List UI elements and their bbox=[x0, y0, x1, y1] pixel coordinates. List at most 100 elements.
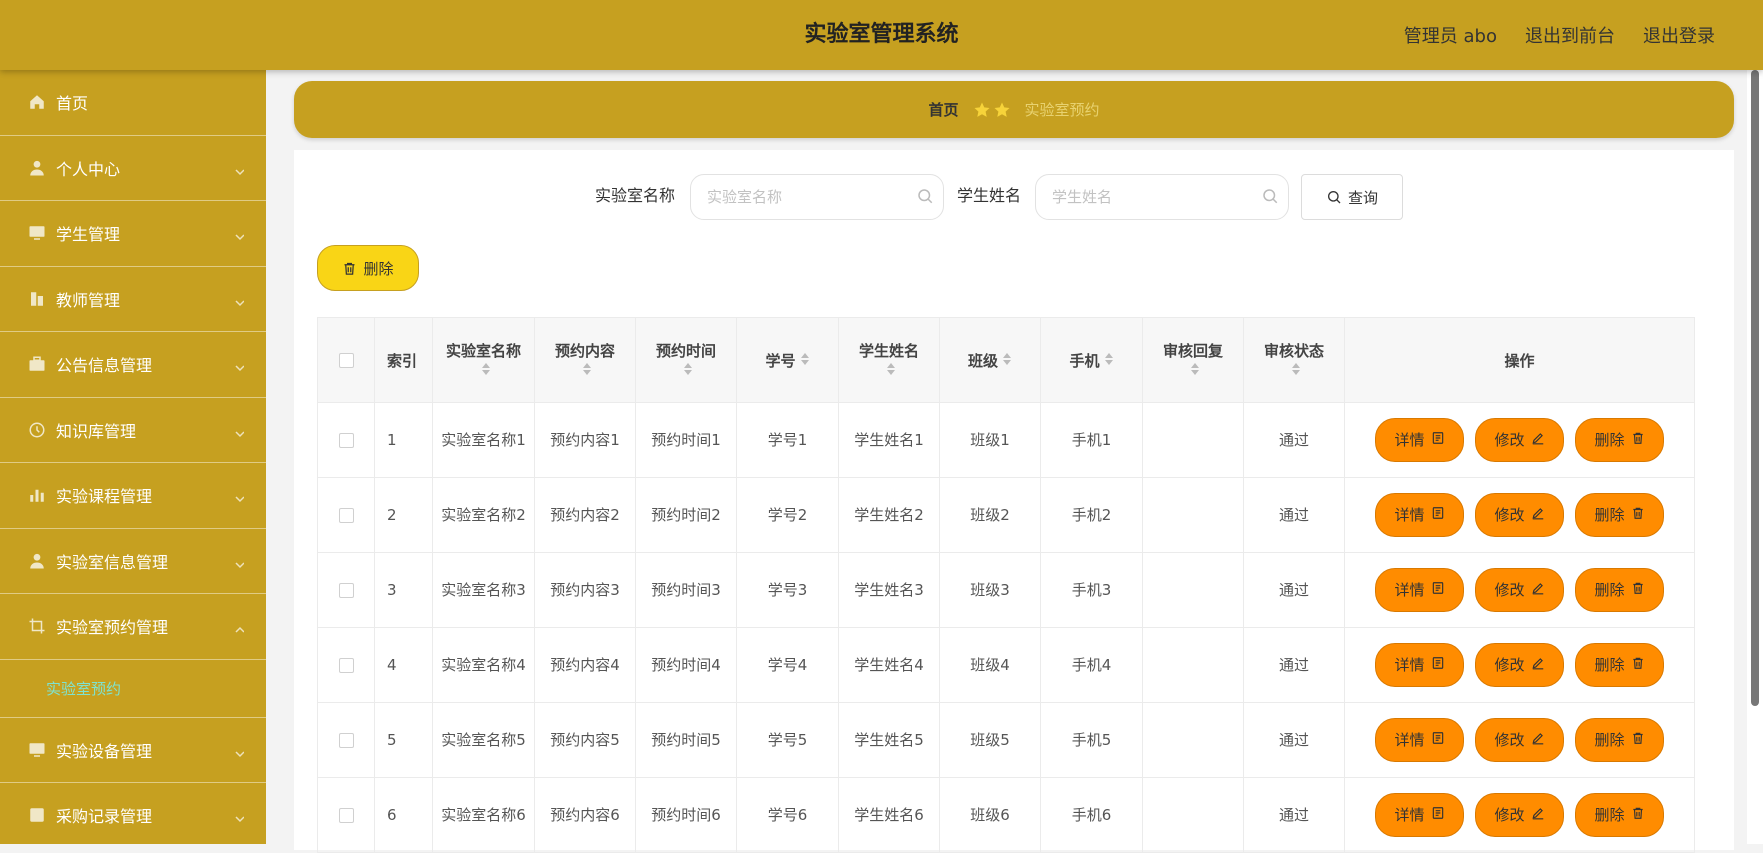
table-row: 1 实验室名称1 预约内容1 预约时间1 学号1 学生姓名1 班级1 手机1 通过 详情 修改 删除 bbox=[317, 402, 1695, 478]
sidebar-item-items_after-0[interactable]: 实验设备管理 bbox=[0, 718, 266, 783]
sidebar-item-items-3[interactable]: 教师管理 bbox=[0, 267, 266, 332]
lab-name-input[interactable] bbox=[690, 174, 944, 220]
edit-button[interactable]: 修改 bbox=[1475, 718, 1564, 762]
breadcrumb-home[interactable]: 首页 bbox=[928, 99, 958, 120]
sidebar-item-items-7[interactable]: 实验室信息管理 bbox=[0, 529, 266, 594]
sidebar-item-label: 学生管理 bbox=[56, 225, 121, 245]
detail-button[interactable]: 详情 bbox=[1375, 568, 1464, 612]
delete-button[interactable]: 删除 bbox=[1575, 793, 1664, 837]
monitor-icon bbox=[28, 224, 46, 242]
cell-status: 通过 bbox=[1243, 402, 1345, 478]
detail-button[interactable]: 详情 bbox=[1375, 493, 1464, 537]
sort-icon[interactable] bbox=[1104, 352, 1114, 370]
edit-button[interactable]: 修改 bbox=[1475, 793, 1564, 837]
cell-name: 学生姓名2 bbox=[838, 477, 940, 553]
cell-status: 通过 bbox=[1243, 627, 1345, 703]
trash-icon bbox=[1631, 727, 1645, 753]
edit-button[interactable]: 修改 bbox=[1475, 643, 1564, 687]
chevron-down-icon bbox=[234, 358, 245, 372]
edit-button-label: 修改 bbox=[1494, 581, 1525, 599]
detail-button[interactable]: 详情 bbox=[1375, 793, 1464, 837]
scrollbar-thumb[interactable] bbox=[1751, 70, 1759, 706]
sidebar-item-items_after-1[interactable]: 采购记录管理 bbox=[0, 783, 266, 844]
edit-button[interactable]: 修改 bbox=[1475, 568, 1564, 612]
delete-button[interactable]: 删除 bbox=[1575, 643, 1664, 687]
logout-link[interactable]: 退出登录 bbox=[1643, 22, 1715, 48]
chevron-down-icon bbox=[234, 424, 245, 437]
sidebar-item-items-6[interactable]: 实验课程管理 bbox=[0, 463, 266, 529]
sort-icon[interactable] bbox=[683, 362, 693, 380]
header-student-name[interactable]: 学生姓名 bbox=[838, 317, 940, 403]
sort-icon[interactable] bbox=[481, 362, 491, 380]
header-class[interactable]: 班级 bbox=[939, 317, 1041, 403]
page-scrollbar[interactable] bbox=[1747, 70, 1763, 844]
document-icon bbox=[1431, 652, 1445, 678]
top-links: 管理员 abo 退出到前台 退出登录 bbox=[1404, 0, 1715, 70]
cell-time: 预约时间1 bbox=[635, 402, 737, 478]
row-checkbox[interactable] bbox=[317, 552, 375, 628]
content-panel: 实验室名称 学生姓名 查询 删除 bbox=[294, 150, 1734, 853]
detail-button[interactable]: 详情 bbox=[1375, 643, 1464, 687]
document-icon bbox=[1431, 577, 1445, 603]
cell-status: 通过 bbox=[1243, 477, 1345, 553]
sidebar-item-items-8[interactable]: 实验室预约管理 bbox=[0, 594, 266, 660]
detail-button[interactable]: 详情 bbox=[1375, 718, 1464, 762]
header-time[interactable]: 预约时间 bbox=[635, 317, 737, 403]
detail-button[interactable]: 详情 bbox=[1375, 418, 1464, 462]
select-all-checkbox[interactable] bbox=[317, 317, 375, 403]
sidebar-item-label: 实验设备管理 bbox=[56, 741, 153, 761]
row-checkbox[interactable] bbox=[317, 627, 375, 703]
main-content: 首页 实验室预约 实验室名称 学生姓名 查询 删除 bbox=[266, 70, 1747, 853]
edit-button-label: 修改 bbox=[1494, 506, 1525, 524]
cell-index: 6 bbox=[374, 777, 433, 853]
sort-icon[interactable] bbox=[1190, 362, 1200, 380]
delete-button[interactable]: 删除 bbox=[1575, 568, 1664, 612]
header-lab-name-label: 实验室名称 bbox=[445, 342, 521, 361]
sidebar-item-items-0[interactable]: 首页 bbox=[0, 70, 266, 136]
detail-button-label: 详情 bbox=[1394, 731, 1425, 749]
cell-cls: 班级5 bbox=[939, 702, 1041, 778]
sort-icon[interactable] bbox=[800, 352, 810, 370]
pencil-icon bbox=[1531, 502, 1545, 528]
header-content[interactable]: 预约内容 bbox=[534, 317, 636, 403]
cell-reply bbox=[1142, 477, 1244, 553]
query-button[interactable]: 查询 bbox=[1301, 174, 1403, 220]
sidebar-item-items-4[interactable]: 公告信息管理 bbox=[0, 332, 266, 398]
header-status[interactable]: 审核状态 bbox=[1243, 317, 1345, 403]
batch-delete-button[interactable]: 删除 bbox=[317, 245, 419, 291]
delete-button-label: 删除 bbox=[1594, 806, 1625, 824]
cell-content: 预约内容6 bbox=[534, 777, 636, 853]
cell-time: 预约时间2 bbox=[635, 477, 737, 553]
chevron-down-icon bbox=[234, 489, 245, 503]
header-reply[interactable]: 审核回复 bbox=[1142, 317, 1244, 403]
sort-icon[interactable] bbox=[582, 362, 592, 380]
header-class-label: 班级 bbox=[967, 351, 998, 370]
student-name-input[interactable] bbox=[1035, 174, 1289, 220]
detail-button-label: 详情 bbox=[1394, 656, 1425, 674]
header-phone[interactable]: 手机 bbox=[1040, 317, 1143, 403]
sort-icon[interactable] bbox=[1291, 362, 1301, 380]
row-checkbox[interactable] bbox=[317, 477, 375, 553]
header-student-no[interactable]: 学号 bbox=[736, 317, 839, 403]
edit-button[interactable]: 修改 bbox=[1475, 418, 1564, 462]
row-checkbox[interactable] bbox=[317, 777, 375, 853]
delete-button-label: 删除 bbox=[1594, 506, 1625, 524]
search-form: 实验室名称 学生姓名 查询 bbox=[294, 172, 1734, 220]
header-lab-name[interactable]: 实验室名称 bbox=[432, 317, 535, 403]
home-icon bbox=[28, 93, 46, 111]
delete-button[interactable]: 删除 bbox=[1575, 493, 1664, 537]
sidebar-item-items-2[interactable]: 学生管理 bbox=[0, 201, 266, 267]
sidebar-item-items-1[interactable]: 个人中心 bbox=[0, 136, 266, 201]
row-checkbox[interactable] bbox=[317, 402, 375, 478]
delete-button[interactable]: 删除 bbox=[1575, 418, 1664, 462]
edit-button[interactable]: 修改 bbox=[1475, 493, 1564, 537]
delete-button[interactable]: 删除 bbox=[1575, 718, 1664, 762]
booking-table: 索引 实验室名称 预约内容 预约时间 学号 学生姓名 班级 手机 审核回复 审核… bbox=[317, 317, 1695, 853]
sidebar-subitem-lab-booking[interactable]: 实验室预约 bbox=[0, 660, 266, 718]
sort-icon[interactable] bbox=[886, 362, 896, 380]
sort-icon[interactable] bbox=[1002, 352, 1012, 370]
row-checkbox[interactable] bbox=[317, 702, 375, 778]
sidebar-item-items-5[interactable]: 知识库管理 bbox=[0, 398, 266, 463]
exit-to-front-link[interactable]: 退出到前台 bbox=[1525, 22, 1615, 48]
cell-name: 学生姓名5 bbox=[838, 702, 940, 778]
